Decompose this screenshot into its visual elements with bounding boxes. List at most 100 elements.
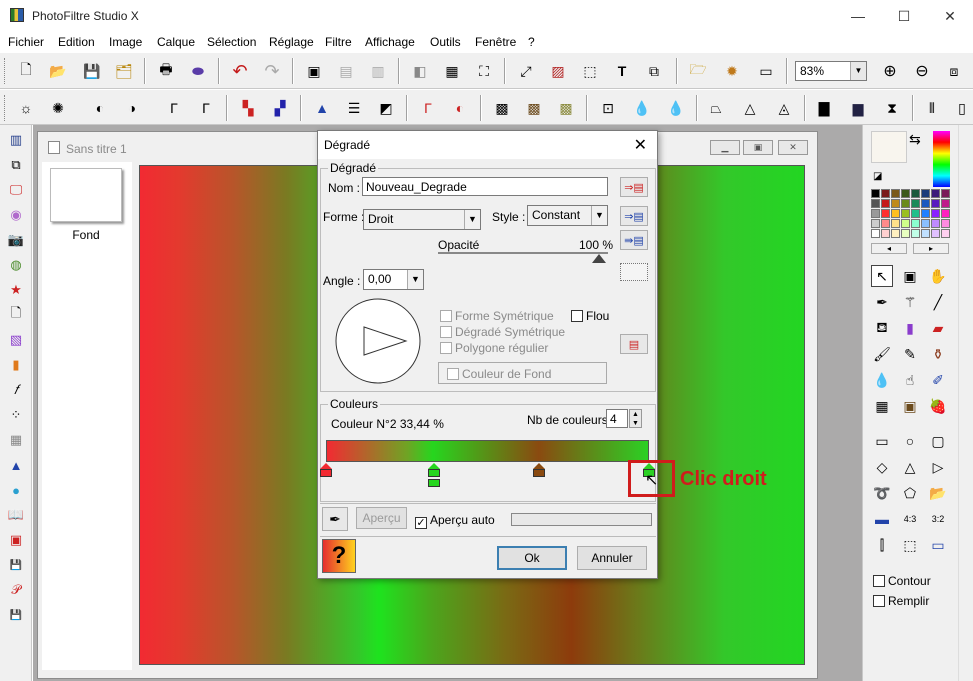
palette-swatch[interactable]	[891, 229, 900, 238]
camera-icon[interactable]: 📷	[7, 231, 25, 249]
portrait-icon[interactable]: ▣	[899, 395, 921, 417]
save-gradient-icon[interactable]: ⇒▤	[620, 206, 648, 226]
mosaic-icon[interactable]: ▩	[490, 96, 514, 120]
palette-swatch[interactable]	[921, 199, 930, 208]
dialog-titlebar[interactable]: Dégradé ✕	[318, 131, 657, 159]
triangle-right-icon[interactable]: ▷	[927, 456, 949, 478]
automation-icon[interactable]: ⛶	[472, 59, 496, 83]
finger-icon[interactable]: ☝	[899, 369, 921, 391]
saturation-down-icon[interactable]: ▚	[236, 96, 260, 120]
save-2000-icon[interactable]: 💾	[7, 556, 25, 574]
save-icon[interactable]: 💾	[80, 59, 104, 83]
mirror-icon[interactable]: ⫴	[920, 96, 944, 120]
pen-icon[interactable]: ✐	[927, 369, 949, 391]
gradient-fill-icon[interactable]: ▇	[812, 96, 836, 120]
triangle-shape-icon[interactable]: △	[899, 456, 921, 478]
minimize-button[interactable]: —	[835, 0, 881, 32]
cancel-button[interactable]: Annuler	[577, 546, 647, 570]
blur-checkbox[interactable]: Flou	[571, 309, 609, 323]
palette-swatch[interactable]	[911, 189, 920, 198]
palette-swatch[interactable]	[901, 209, 910, 218]
eraser-icon[interactable]: ▰	[927, 317, 949, 339]
gradient-preview-bar[interactable]	[326, 440, 649, 462]
window-icon[interactable]: ▭	[754, 59, 778, 83]
hand-tool-icon[interactable]: ✋	[927, 265, 949, 287]
diamond-icon[interactable]: ◇	[871, 456, 893, 478]
toolbar-gripper[interactable]	[4, 58, 7, 84]
copy-image-icon[interactable]: ▣	[302, 59, 326, 83]
sphere-icon[interactable]: ◉	[7, 206, 25, 224]
zoom-in-icon[interactable]: ⊕	[878, 59, 902, 83]
palette-swatch[interactable]	[921, 229, 930, 238]
symmetric-gradient-checkbox[interactable]: Dégradé Symétrique	[440, 325, 565, 339]
flip-icon[interactable]: ▯	[950, 96, 973, 120]
menu-selection[interactable]: Sélection	[207, 35, 256, 49]
plugins-icon[interactable]: ✹	[720, 59, 744, 83]
eyedropper-icon[interactable]: ✒	[871, 291, 893, 313]
gamma-down-icon[interactable]: Γ	[162, 96, 186, 120]
grid-dots-icon[interactable]: ⁘	[7, 406, 25, 424]
redo-icon[interactable]: ↷	[260, 59, 284, 83]
gradient-icon[interactable]: ▧	[7, 331, 25, 349]
rounded-rect-icon[interactable]: ▢	[927, 430, 949, 452]
threshold-icon[interactable]: ◩	[374, 96, 398, 120]
document-icon[interactable]: 🗋	[7, 305, 25, 324]
eyedropper-icon[interactable]: ✒	[322, 507, 348, 531]
palette-swatch[interactable]	[931, 219, 940, 228]
chevron-down-icon[interactable]: ▼	[591, 206, 607, 225]
vertical-select-icon[interactable]: ⫿	[871, 534, 893, 556]
pointer-tool-icon[interactable]: ↖	[871, 265, 893, 287]
palette-swatch[interactable]	[921, 209, 930, 218]
palette-swatch[interactable]	[891, 199, 900, 208]
star-icon[interactable]: ★	[7, 281, 25, 299]
menu-edition[interactable]: Edition	[58, 35, 95, 49]
close-button[interactable]: ✕	[927, 0, 973, 32]
book-icon[interactable]: 📖	[7, 506, 25, 524]
advanced-brush-icon[interactable]: ✎	[899, 343, 921, 365]
palette-prev-button[interactable]: ◂	[871, 243, 907, 254]
line-tool-icon[interactable]: ╱	[927, 291, 949, 313]
load-gradient-icon[interactable]: ⇒▤	[620, 177, 648, 197]
paste-new-icon[interactable]: ▥	[366, 59, 390, 83]
strawberry-icon[interactable]: 🍓	[927, 395, 949, 417]
angle-select[interactable]: 0,00 ▼	[363, 269, 424, 290]
menu-filtre[interactable]: Filtre	[325, 35, 352, 49]
zoom-select[interactable]: 83% ▼	[795, 61, 867, 81]
swap-colors-icon[interactable]: ⇆	[909, 131, 921, 148]
direction-dial[interactable]	[334, 297, 424, 387]
toolbar-gripper[interactable]	[4, 95, 7, 121]
menu-calque[interactable]: Calque	[157, 35, 195, 49]
palette-swatch[interactable]	[881, 189, 890, 198]
palette-swatch[interactable]	[931, 199, 940, 208]
stamp-icon[interactable]: ⚱	[927, 343, 949, 365]
opacity-slider-thumb[interactable]	[592, 254, 606, 263]
curves-icon[interactable]: ☰	[342, 96, 366, 120]
print-icon[interactable]: 🖶	[154, 59, 178, 83]
menu-image[interactable]: Image	[109, 35, 142, 49]
pdf-icon[interactable]: 𝒫	[7, 581, 25, 599]
open-selection-icon[interactable]: 📂	[927, 482, 949, 504]
triangle-icon[interactable]: △	[738, 96, 762, 120]
reset-colors-icon[interactable]: ◪	[873, 171, 882, 182]
undo-icon[interactable]: ↶	[228, 59, 252, 83]
palette-swatch[interactable]	[901, 199, 910, 208]
export-gradient-icon[interactable]: ⇛▤	[620, 230, 648, 250]
texture-icon[interactable]: ▩	[522, 96, 546, 120]
layer-thumbnail[interactable]	[50, 168, 122, 222]
auto-contrast-icon[interactable]: ◐	[448, 96, 472, 120]
color-stop[interactable]	[533, 463, 546, 477]
menu-fenetre[interactable]: Fenêtre	[475, 35, 516, 49]
chevron-down-icon[interactable]: ▼	[407, 270, 423, 289]
text-tool-icon[interactable]: T	[610, 59, 634, 83]
levels-icon[interactable]: ▲	[310, 96, 334, 120]
spray-icon[interactable]: ▮	[899, 317, 921, 339]
select-image-icon[interactable]: ▣	[899, 265, 921, 287]
blur-icon[interactable]: ⊡	[596, 96, 620, 120]
edge-icon[interactable]: ◬	[772, 96, 796, 120]
outline-checkbox[interactable]: Contour	[873, 574, 931, 588]
histogram-icon[interactable]: ▲	[7, 456, 25, 474]
magic-wand-icon[interactable]: ⚚	[899, 291, 921, 313]
contrast-up-icon[interactable]: ◑	[120, 96, 144, 120]
palette-swatch[interactable]	[941, 219, 950, 228]
crop-select-icon[interactable]: ⬚	[899, 534, 921, 556]
